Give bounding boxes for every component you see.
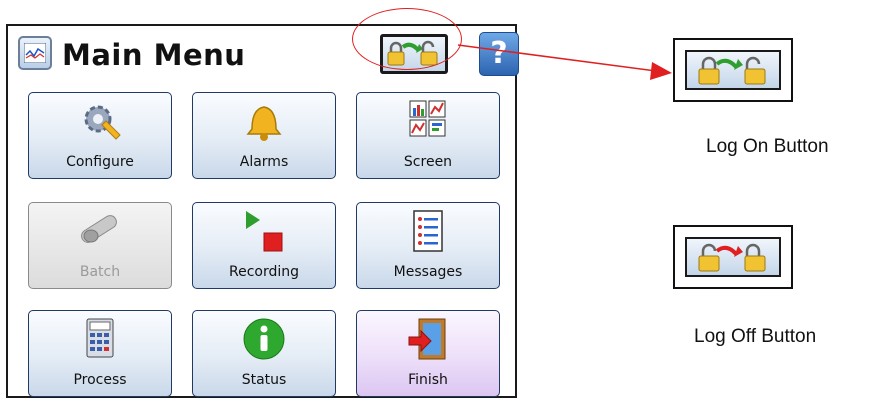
log-on-icon bbox=[698, 56, 766, 85]
log-on-button-example bbox=[685, 50, 781, 90]
log-off-icon bbox=[698, 243, 766, 272]
log-on-caption: Log On Button bbox=[706, 136, 829, 157]
log-off-callout bbox=[673, 225, 793, 289]
log-off-caption: Log Off Button bbox=[694, 326, 817, 347]
log-off-button-example bbox=[685, 237, 781, 277]
log-on-callout bbox=[673, 38, 793, 102]
